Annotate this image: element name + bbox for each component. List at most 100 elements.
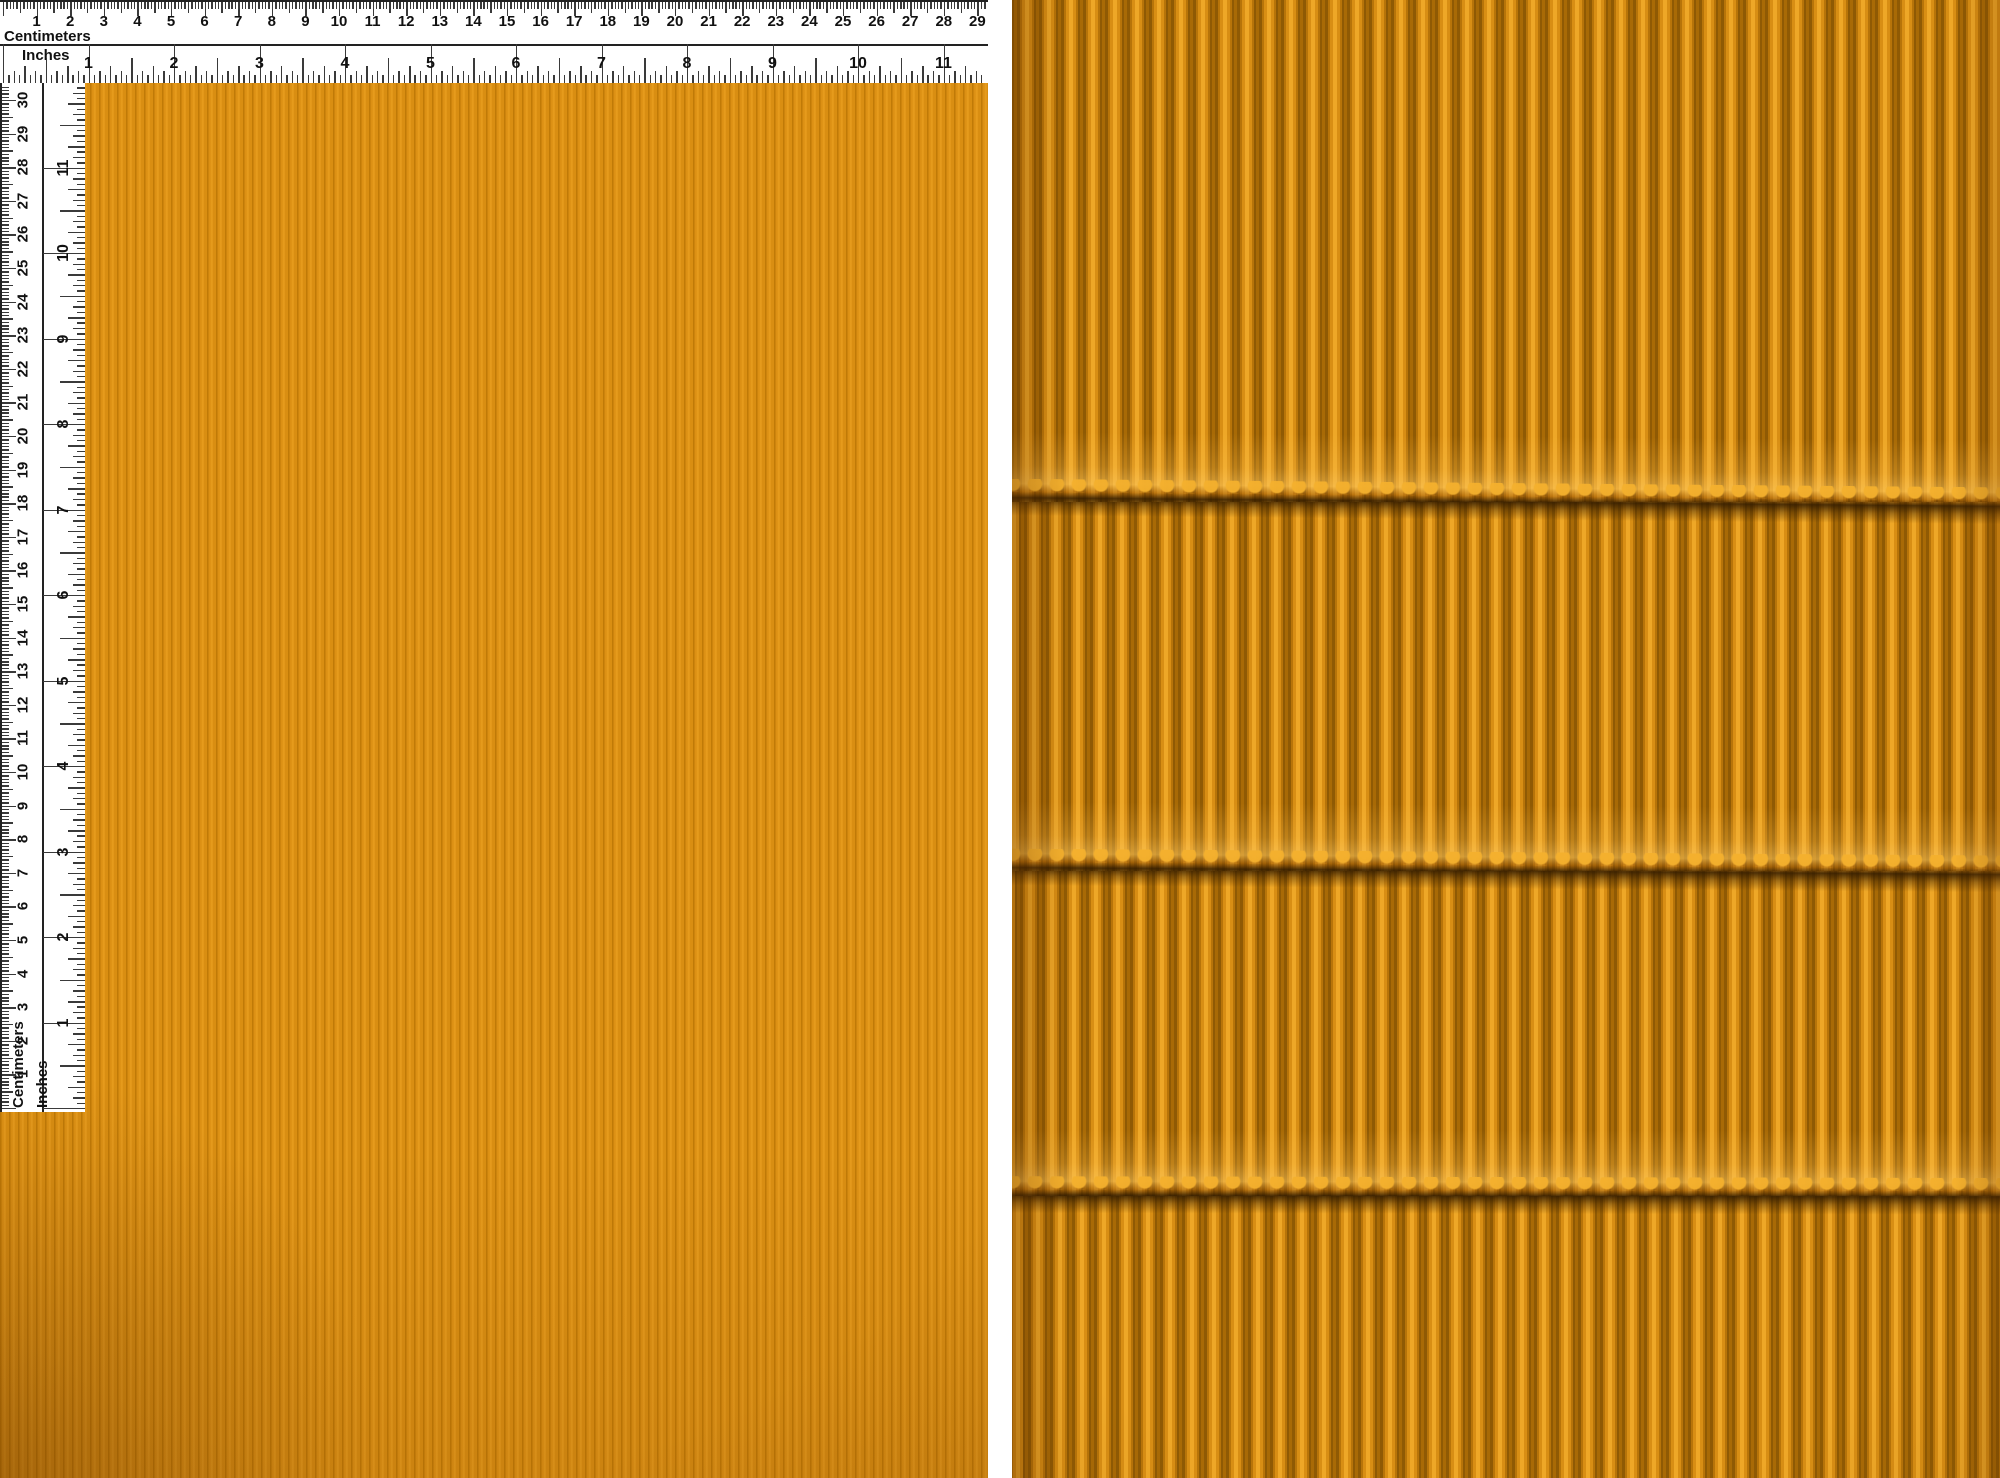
cm-tick xyxy=(2,587,13,588)
inch-tick xyxy=(77,493,85,494)
cm-tick xyxy=(403,2,404,9)
inch-tick xyxy=(671,75,672,83)
inch-tick xyxy=(77,280,85,281)
cm-tick xyxy=(2,154,9,155)
cm-tick xyxy=(964,2,965,9)
top-ruler-divider xyxy=(0,44,988,46)
inch-tick xyxy=(77,932,85,933)
fabric-fold-layer-2 xyxy=(1012,502,2000,871)
cm-tick xyxy=(2,554,13,555)
cm-tick xyxy=(399,2,400,9)
inch-tick xyxy=(762,71,763,83)
cm-tick xyxy=(2,90,9,91)
inch-tick xyxy=(77,1103,85,1104)
inch-tick xyxy=(30,75,31,83)
cm-tick xyxy=(611,2,612,9)
cm-tick xyxy=(2,194,9,195)
inch-tick xyxy=(190,75,191,83)
inch-tick xyxy=(73,948,85,949)
cm-tick xyxy=(2,816,9,817)
inch-tick xyxy=(77,184,85,185)
cm-tick xyxy=(2,197,9,198)
inch-tick xyxy=(650,75,651,83)
inch-number: 8 xyxy=(683,56,692,72)
cm-number: 16 xyxy=(532,14,549,29)
cm-tick xyxy=(245,2,246,9)
cm-tick xyxy=(937,2,938,9)
cm-tick xyxy=(604,2,605,9)
inch-tick xyxy=(73,884,85,885)
cm-tick xyxy=(2,826,9,827)
cm-tick xyxy=(2,641,9,642)
inch-tick xyxy=(473,58,474,83)
cm-tick xyxy=(43,2,44,9)
cm-tick xyxy=(356,2,357,13)
cm-tick xyxy=(830,2,831,9)
cm-number: 22 xyxy=(734,14,751,29)
cm-tick xyxy=(2,265,9,266)
cm-tick xyxy=(268,2,269,9)
cm-tick xyxy=(2,883,9,884)
cm-tick xyxy=(897,2,898,9)
inch-tick xyxy=(77,109,85,110)
inch-tick xyxy=(77,590,85,591)
cm-tick xyxy=(2,681,9,682)
inch-tick xyxy=(73,520,85,521)
inch-tick xyxy=(778,75,779,83)
cm-tick xyxy=(984,2,985,9)
inch-tick xyxy=(77,793,85,794)
inch-tick xyxy=(68,360,85,361)
inch-tick xyxy=(821,75,822,83)
inch-tick xyxy=(77,868,85,869)
cm-tick xyxy=(2,389,9,390)
cm-tick xyxy=(2,832,9,833)
inch-tick xyxy=(639,75,640,83)
cm-tick xyxy=(2,419,13,420)
cm-tick xyxy=(544,2,545,9)
inch-tick xyxy=(77,312,85,313)
inch-tick xyxy=(77,119,85,120)
inch-tick xyxy=(495,66,496,83)
cm-tick xyxy=(551,2,552,9)
inch-tick xyxy=(724,75,725,83)
cm-tick xyxy=(10,2,11,9)
cm-tick xyxy=(275,2,276,9)
cm-tick xyxy=(178,2,179,9)
inch-tick xyxy=(60,125,85,126)
cm-tick xyxy=(930,2,931,9)
cm-tick xyxy=(2,584,9,585)
inch-tick xyxy=(970,75,971,83)
cm-tick xyxy=(2,920,9,921)
cm-tick xyxy=(2,278,9,279)
cm-number: 15 xyxy=(16,596,31,613)
cm-tick xyxy=(914,2,915,9)
cm-tick xyxy=(2,130,9,131)
cm-tick xyxy=(2,349,9,350)
inch-tick xyxy=(922,66,923,83)
cm-tick xyxy=(2,312,9,313)
cm-tick xyxy=(413,2,414,9)
inch-tick xyxy=(77,290,85,291)
inch-tick xyxy=(77,782,85,783)
cm-tick xyxy=(571,2,572,9)
inch-tick xyxy=(318,75,319,83)
cm-tick xyxy=(457,2,458,13)
cm-tick xyxy=(678,2,679,9)
inch-tick xyxy=(511,75,512,83)
cm-tick xyxy=(319,2,320,9)
inch-tick xyxy=(302,58,303,83)
cm-tick xyxy=(893,2,894,13)
inch-tick xyxy=(623,66,624,83)
cm-tick xyxy=(2,392,9,393)
cm-tick xyxy=(2,355,9,356)
cm-tick xyxy=(2,1108,16,1109)
inch-tick xyxy=(949,75,950,83)
inch-tick xyxy=(73,306,85,307)
inch-tick xyxy=(60,296,85,297)
cm-tick xyxy=(57,2,58,9)
cm-tick xyxy=(2,271,9,272)
cm-tick xyxy=(665,2,666,9)
inch-tick xyxy=(73,713,85,714)
inch-tick xyxy=(73,542,85,543)
cm-tick xyxy=(2,829,9,830)
